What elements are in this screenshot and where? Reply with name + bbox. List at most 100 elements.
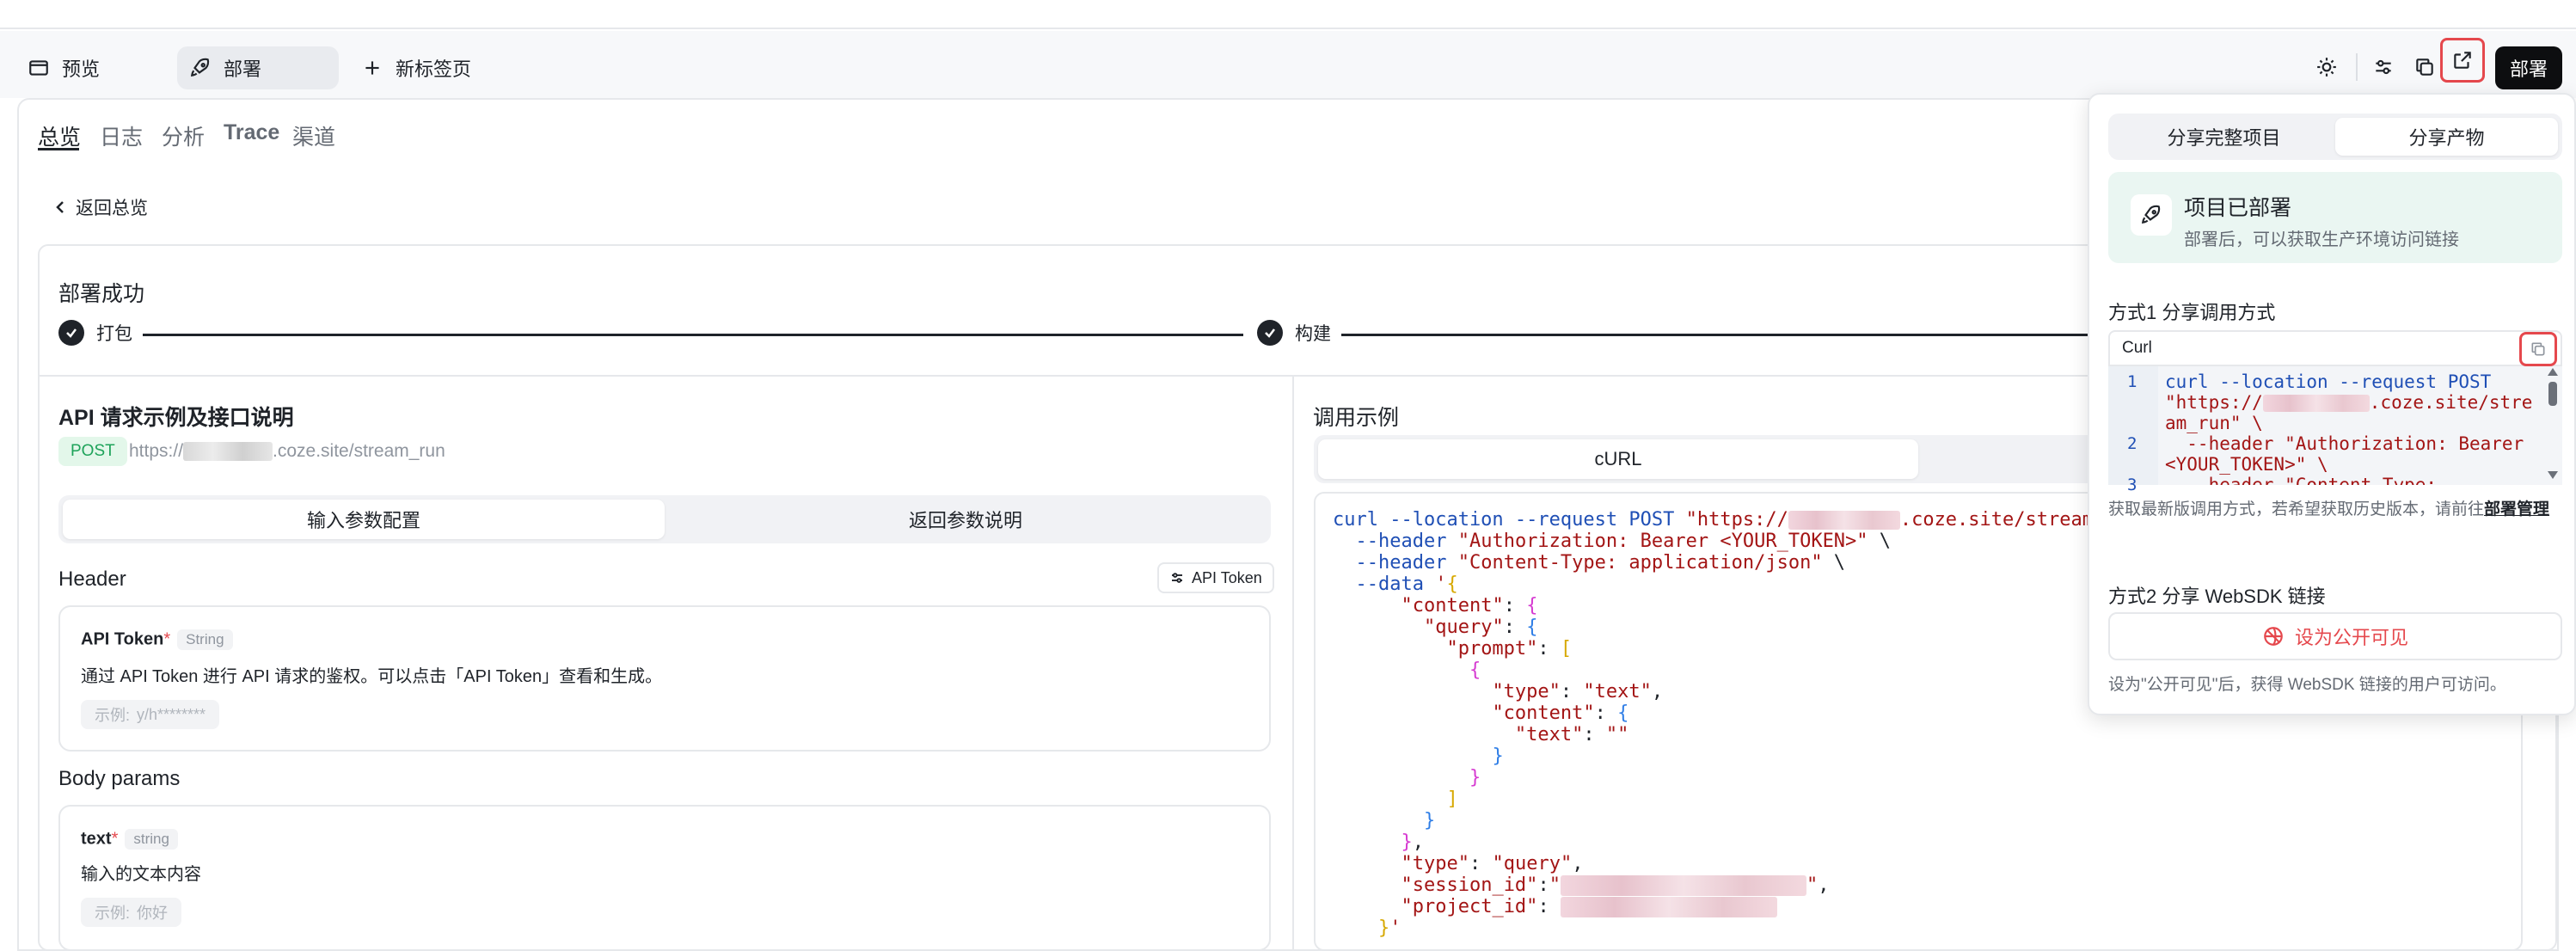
check-icon — [1257, 320, 1283, 346]
url-suffix: .coze.site/stream_run — [273, 441, 445, 461]
redacted-subdomain — [183, 442, 273, 462]
code-token: "text" — [1583, 681, 1652, 703]
line-number: 2 — [2127, 434, 2137, 453]
api-token-button[interactable]: API Token — [1157, 562, 1274, 593]
scroll-down-icon[interactable] — [2548, 471, 2558, 479]
code-content: curl --location --request POST "https://… — [1333, 509, 2128, 939]
set-public-button[interactable]: 设为公开可见 — [2108, 612, 2562, 660]
tab-share-full-project[interactable]: 分享完整项目 — [2113, 118, 2335, 156]
code-token: --data — [1355, 574, 1436, 595]
sliders-icon — [1172, 573, 1182, 583]
tab-deploy[interactable]: 部署 — [177, 46, 339, 89]
api-token-button-label: API Token — [1192, 568, 1262, 586]
deploy-management-link[interactable]: 部署管理 — [2484, 500, 2549, 518]
code-scrollbar[interactable] — [2543, 366, 2561, 485]
code-token: "" — [1605, 724, 1629, 745]
code-token: "query" — [1423, 617, 1504, 638]
example-label: 示例: — [95, 905, 131, 922]
step-connector — [143, 334, 1243, 336]
tab-preview[interactable]: 预览 — [15, 46, 112, 89]
method2-title: 方式2 分享 WebSDK 链接 — [2108, 586, 2326, 607]
scroll-thumb[interactable] — [2548, 382, 2557, 406]
code-token: "query" — [1492, 853, 1573, 874]
redacted-subdomain — [2262, 395, 2370, 412]
method1-hint: 获取最新版调用方式，若希望获取历史版本，请前往部署管理 — [2108, 497, 2562, 523]
tab-preview-label: 预览 — [62, 58, 101, 80]
method2-hint: 设为"公开可见"后，获得 WebSDK 链接的用户可访问。 — [2108, 676, 2506, 694]
code-token: am_run" \ — [2165, 413, 2263, 433]
header-section-title: Header — [58, 568, 126, 591]
code-token: --header — [1355, 552, 1458, 574]
example-value: y/h******** — [137, 705, 206, 723]
example-value: 你好 — [137, 905, 169, 922]
tab-input-params[interactable]: 输入参数配置 — [63, 500, 665, 539]
required-mark: * — [111, 829, 119, 849]
back-to-overview-link[interactable]: 返回总览 — [53, 194, 148, 220]
param-tabs: 输入参数配置 返回参数说明 — [58, 495, 1271, 543]
param-name-text: API Token — [81, 629, 164, 649]
line-number: 1 — [2127, 372, 2137, 391]
curl-selector[interactable]: Curl — [2108, 330, 2562, 366]
code-token: <YOUR_TOKEN>" \ — [2165, 454, 2328, 475]
code-token: "Content-Type: application/json" — [1457, 552, 1823, 574]
redacted-session-id — [1560, 875, 1806, 896]
back-label: 返回总览 — [76, 199, 148, 218]
code-token: "content" — [1401, 595, 1504, 617]
chevron-left-icon — [56, 201, 64, 213]
required-mark: * — [163, 629, 171, 649]
deploy-status-title: 部署成功 — [58, 282, 145, 306]
code-token: curl --location --request POST — [1333, 509, 1686, 531]
nav-tab-analytics[interactable]: 分析 — [162, 120, 205, 151]
body-param-card — [58, 805, 1271, 951]
theme-toggle-button[interactable] — [2306, 46, 2347, 88]
nav-tab-channels[interactable]: 渠道 — [292, 120, 335, 151]
tab-deploy-label: 部署 — [224, 58, 262, 80]
tab-new-label: 新标签页 — [396, 58, 472, 80]
plus-icon — [361, 57, 383, 79]
code-token: "https:// — [2165, 392, 2263, 413]
code-token: --header "Authorization: Bearer — [2165, 433, 2524, 454]
nav-tab-logs[interactable]: 日志 — [100, 120, 143, 151]
param-type-tag: string — [125, 829, 178, 850]
step-build-label: 构建 — [1295, 324, 1331, 344]
sliders-icon — [2376, 59, 2391, 75]
body-section-title: Body params — [58, 767, 181, 790]
step-build: 构建 — [1257, 320, 1331, 346]
deployed-card-title: 项目已部署 — [2184, 196, 2292, 220]
url-prefix: https:// — [129, 441, 184, 461]
api-endpoint-url[interactable]: https:// .coze.site/stream_run — [129, 441, 445, 462]
window-icon — [28, 57, 50, 79]
deploy-button[interactable]: 部署 — [2495, 46, 2562, 89]
step-package-label: 打包 — [96, 324, 132, 344]
copy-icon — [2416, 58, 2433, 76]
set-public-label: 设为公开可见 — [2294, 627, 2408, 648]
nav-tab-trace[interactable]: Trace — [224, 120, 279, 145]
code-token: --header "Content-Type: — [2165, 475, 2438, 485]
settings-button[interactable] — [2363, 46, 2404, 88]
param-type-tag: String — [177, 629, 233, 650]
param-example: 示例: 你好 — [81, 898, 182, 927]
tab-new[interactable]: 新标签页 — [349, 46, 483, 89]
param-name: text* string — [81, 829, 178, 850]
scroll-up-icon[interactable] — [2548, 368, 2558, 376]
example-label: 示例: — [95, 707, 131, 724]
tab-curl[interactable]: cURL — [1318, 439, 1918, 479]
nav-tab-overview[interactable]: 总览 — [38, 120, 81, 151]
window-top-strip — [0, 0, 2576, 29]
code-token: "type" — [1492, 681, 1561, 703]
tab-response-params[interactable]: 返回参数说明 — [665, 500, 1267, 539]
code-token: "session_id" — [1401, 874, 1538, 896]
duplicate-button[interactable] — [2404, 46, 2445, 88]
code-token: --header — [1355, 531, 1458, 552]
code-token: "text" — [1514, 724, 1584, 745]
deployed-card-desc: 部署后，可以获取生产环境访问链接 — [2184, 230, 2459, 249]
code-token: "Authorization: Bearer <YOUR_TOKEN>" — [1457, 531, 1868, 552]
method1-hint-text: 获取最新版调用方式，若希望获取历史版本，请前往 — [2108, 500, 2485, 518]
globe-off-icon — [2264, 627, 2283, 646]
tab-share-artifact[interactable]: 分享产物 — [2335, 118, 2558, 156]
code-token: "prompt" — [1446, 638, 1538, 660]
code-token: curl --location --request POST — [2165, 371, 2492, 392]
copy-code-button[interactable] — [2519, 332, 2557, 366]
curl-label: Curl — [2122, 339, 2152, 357]
code-token: .coze.site/stre — [2369, 392, 2533, 413]
